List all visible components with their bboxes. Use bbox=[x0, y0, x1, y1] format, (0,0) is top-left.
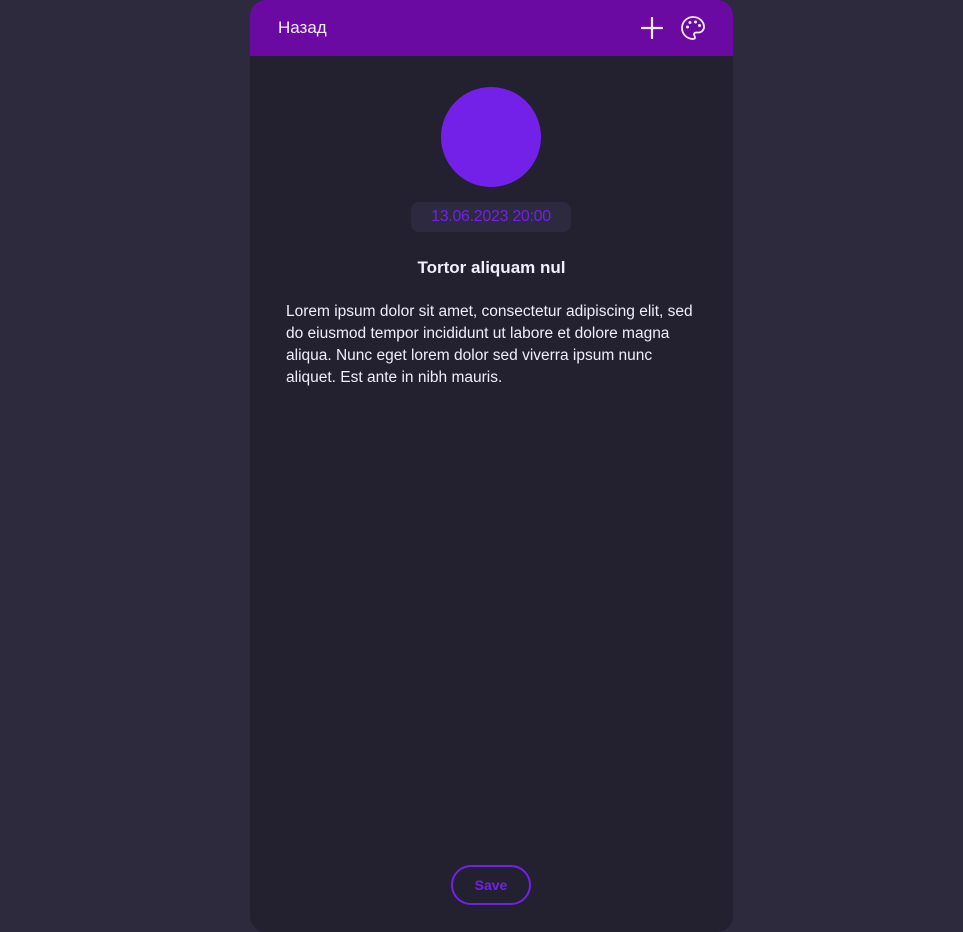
palette-icon[interactable] bbox=[679, 14, 707, 42]
note-card: Назад 13.06.2023 20:00 Tortor aliquam nu… bbox=[250, 0, 733, 932]
note-body: Lorem ipsum dolor sit amet, consectetur … bbox=[286, 303, 693, 386]
plus-icon[interactable] bbox=[638, 14, 666, 42]
note-title: Tortor aliquam nul bbox=[417, 258, 566, 277]
note-avatar bbox=[441, 87, 541, 187]
app-bar: Назад bbox=[250, 0, 733, 56]
date-badge[interactable]: 13.06.2023 20:00 bbox=[411, 202, 571, 232]
save-button[interactable]: Save bbox=[451, 865, 531, 905]
back-link[interactable]: Назад bbox=[278, 17, 327, 39]
